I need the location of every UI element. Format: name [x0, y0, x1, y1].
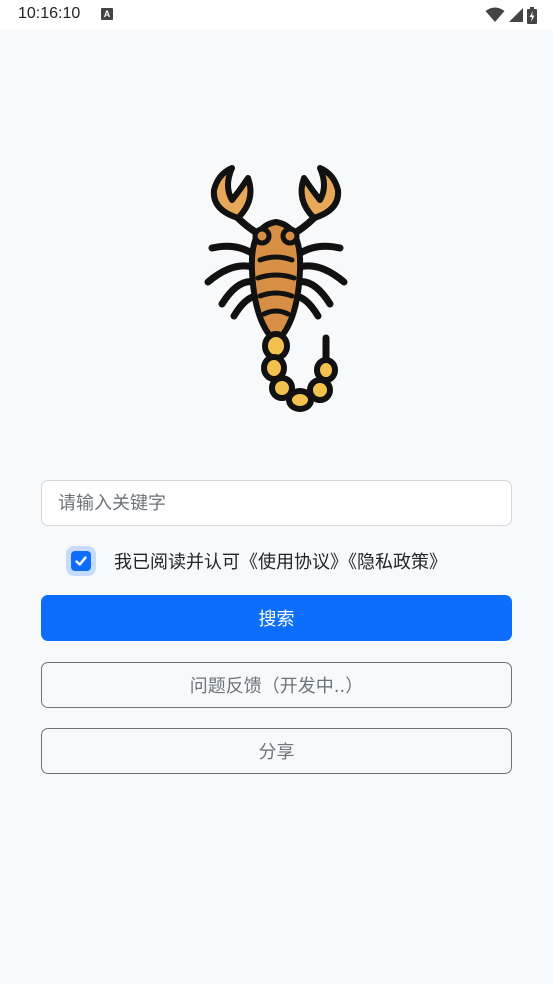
- search-button[interactable]: 搜索: [41, 595, 512, 641]
- page: 10:16:10 A 请输入关键字 我已阅读并认可《使用协议》《隐私政策》 搜索…: [0, 0, 553, 984]
- wifi-icon: [485, 7, 505, 22]
- checkbox-box: [71, 551, 91, 571]
- agreement-checkbox[interactable]: [66, 546, 96, 576]
- share-button[interactable]: 分享: [41, 728, 512, 774]
- scorpion-logo: [198, 160, 354, 416]
- feedback-button[interactable]: 问题反馈（开发中..）: [41, 662, 512, 708]
- font-a-icon: A: [101, 8, 113, 20]
- search-input[interactable]: [41, 480, 512, 526]
- cellular-signal-icon: [509, 8, 523, 22]
- battery-charging-icon: [527, 6, 537, 24]
- checkmark-icon: [75, 556, 87, 566]
- agreement-row: 我已阅读并认可《使用协议》《隐私政策》: [66, 546, 447, 576]
- agreement-text[interactable]: 我已阅读并认可《使用协议》《隐私政策》: [114, 548, 447, 574]
- status-time: 10:16:10: [18, 5, 81, 22]
- status-icons: [485, 6, 537, 24]
- scorpion-icon: [204, 165, 348, 412]
- status-bar: 10:16:10 A: [0, 0, 553, 30]
